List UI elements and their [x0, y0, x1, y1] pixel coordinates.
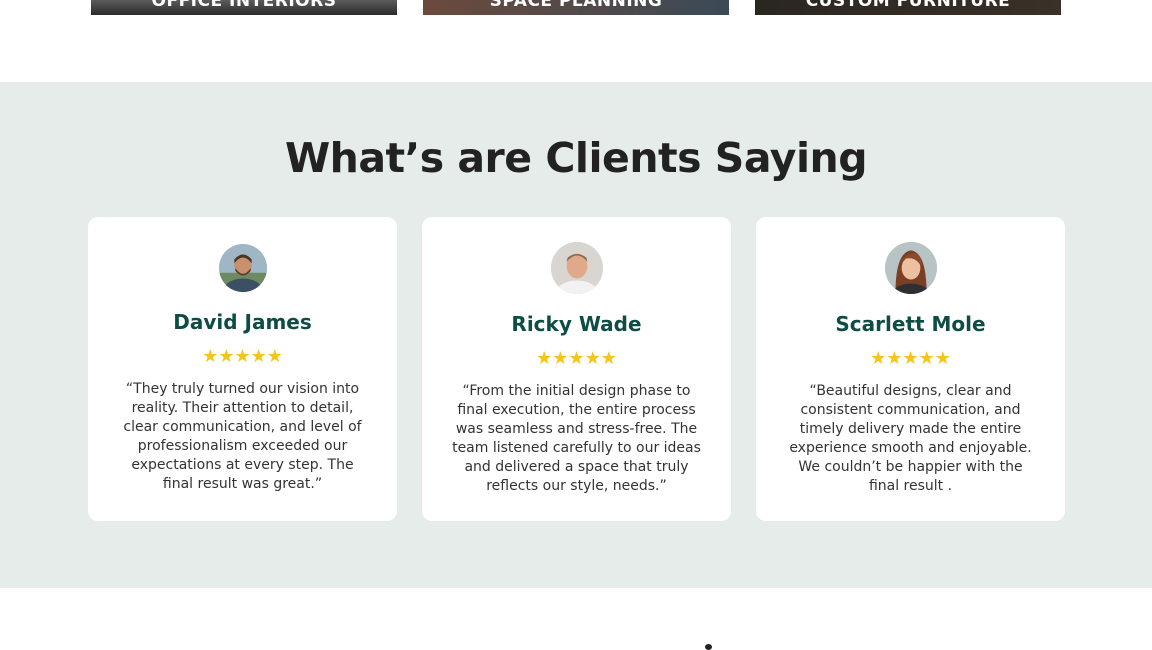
client-name: Scarlett Mole: [835, 312, 986, 336]
service-card-space-planning[interactable]: SPACE PLANNING: [423, 0, 729, 15]
client-name: Ricky Wade: [511, 312, 642, 336]
testimonials-section: What’s are Clients Saying David James ★★…: [0, 82, 1152, 588]
service-card-label: CUSTOM FURNITURE: [805, 0, 1011, 11]
client-name: David James: [173, 310, 312, 334]
next-section: [0, 588, 1152, 650]
avatar: [884, 242, 937, 294]
testimonial-card: Scarlett Mole ★★★★★ “Beautiful designs, …: [756, 217, 1065, 521]
avatar: [550, 242, 603, 294]
section-title: What’s are Clients Saying: [284, 134, 868, 182]
service-card-office-interiors[interactable]: OFFICE INTERIORS: [91, 0, 397, 15]
testimonial-card: Ricky Wade ★★★★★ “From the initial desig…: [422, 217, 731, 521]
decorative-dot: [705, 644, 712, 650]
avatar: [218, 244, 267, 292]
rating-stars-icon: ★★★★★: [870, 348, 951, 369]
services-strip: OFFICE INTERIORS SPACE PLANNING CUSTOM F…: [0, 0, 1152, 82]
service-card-label: OFFICE INTERIORS: [151, 0, 337, 11]
rating-stars-icon: ★★★★★: [202, 346, 283, 367]
service-card-custom-furniture[interactable]: CUSTOM FURNITURE: [755, 0, 1061, 15]
testimonial-quote: “From the initial design phase to final …: [452, 383, 701, 494]
testimonial-quote: “They truly turned our vision into reali…: [123, 381, 362, 492]
service-card-label: SPACE PLANNING: [489, 0, 663, 11]
rating-stars-icon: ★★★★★: [536, 348, 617, 369]
testimonial-card: David James ★★★★★ “They truly turned our…: [88, 217, 397, 521]
testimonial-quote: “Beautiful designs, clear and consistent…: [789, 383, 1032, 494]
